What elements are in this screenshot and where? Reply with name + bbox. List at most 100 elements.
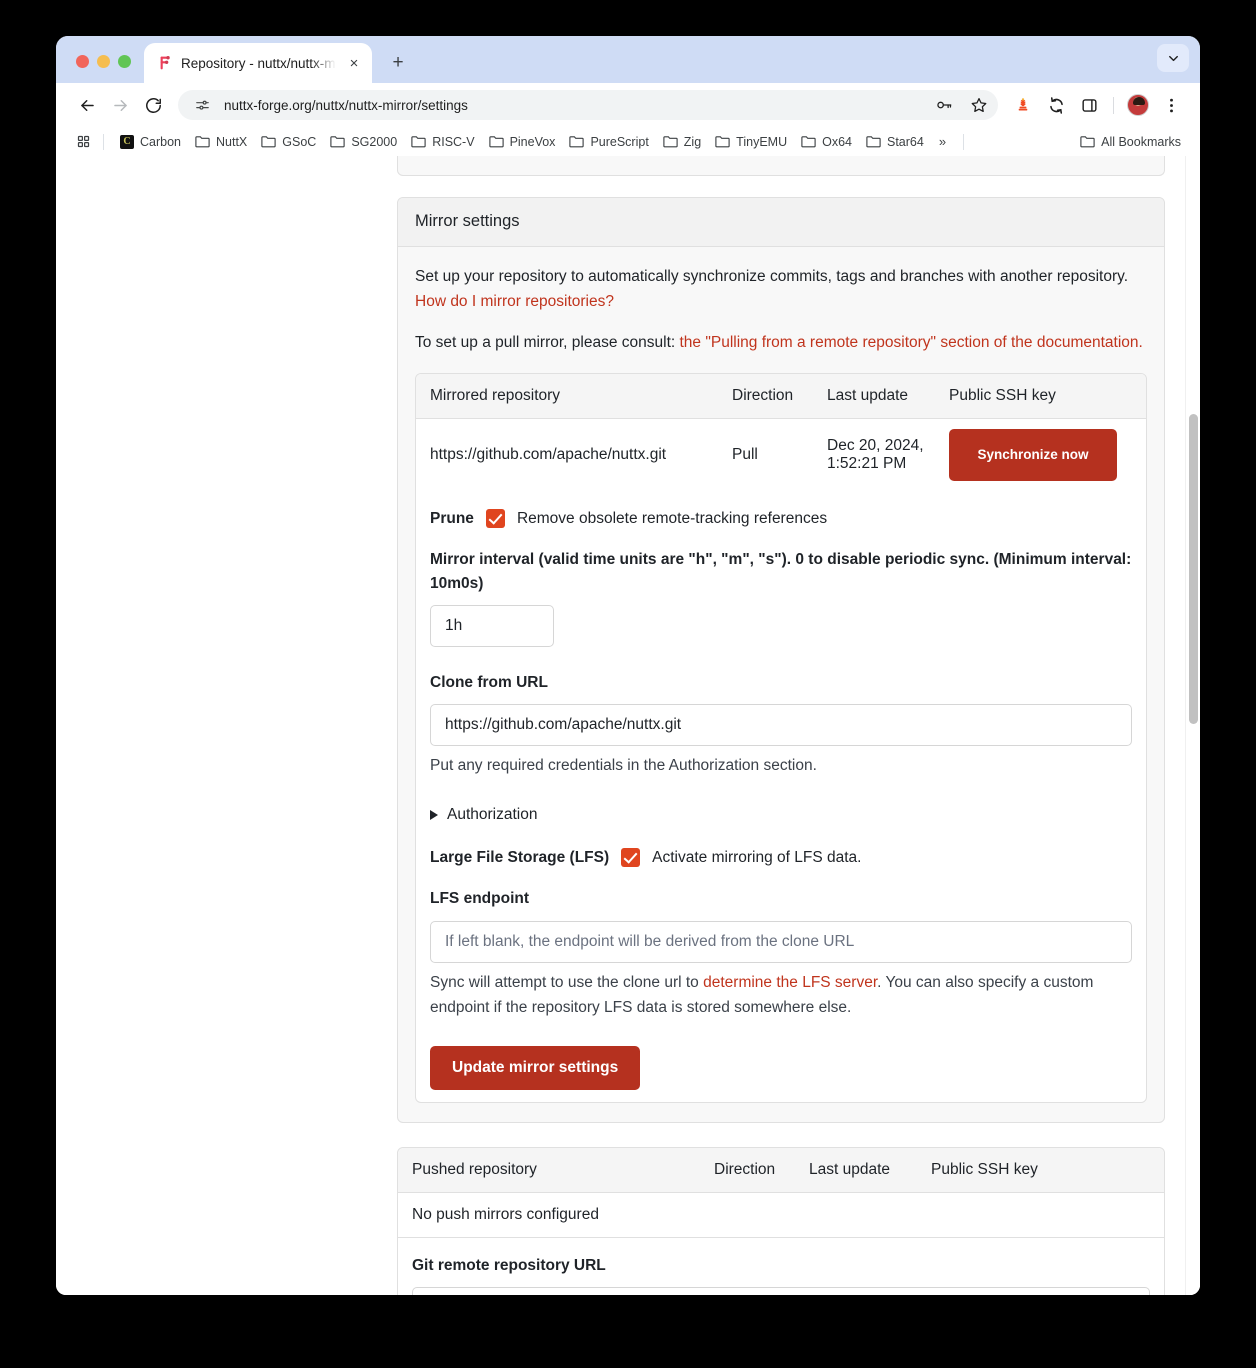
- previous-panel-clipped: [397, 156, 1165, 176]
- mirror-interval-input[interactable]: [430, 605, 554, 648]
- pull-mirror-text: To set up a pull mirror, please consult:: [415, 334, 680, 352]
- bookmark-item-nuttx[interactable]: NuttX: [188, 133, 254, 151]
- reload-icon[interactable]: [138, 90, 168, 120]
- avatar[interactable]: [1127, 94, 1149, 116]
- table-row: https://github.com/apache/nuttx.git Pull…: [416, 419, 1146, 492]
- folder-icon: [801, 135, 816, 148]
- bookmark-label: RISC-V: [432, 134, 475, 149]
- folder-icon: [330, 135, 345, 148]
- prune-label: Prune: [430, 509, 474, 527]
- how-do-i-mirror-link[interactable]: How do I mirror repositories?: [415, 293, 614, 310]
- star-icon[interactable]: [966, 92, 992, 118]
- mirror-form-section: Prune Remove obsolete remote-tracking re…: [416, 491, 1146, 1101]
- column-header-last-update: Last update: [827, 387, 909, 405]
- pull-mirror-paragraph: To set up a pull mirror, please consult:…: [415, 330, 1147, 355]
- address-bar[interactable]: nuttx-forge.org/nuttx/nuttx-mirror/setti…: [178, 90, 998, 120]
- all-bookmarks-button[interactable]: All Bookmarks: [1073, 133, 1188, 151]
- lfs-endpoint-input[interactable]: [430, 920, 1132, 963]
- table-header-row: Mirrored repository Direction Last updat…: [416, 374, 1146, 420]
- bookmark-label: Star64: [887, 134, 924, 149]
- pull-documentation-link[interactable]: the "Pulling from a remote repository" s…: [680, 334, 1143, 351]
- new-tab-button[interactable]: +: [384, 49, 412, 77]
- synchronize-now-button[interactable]: Synchronize now: [949, 429, 1117, 482]
- git-remote-url-input[interactable]: [412, 1286, 1150, 1295]
- three-dot-menu-icon[interactable]: [1156, 90, 1186, 120]
- intro-text: Set up your repository to automatically …: [415, 268, 1129, 285]
- page-scrollbar-thumb[interactable]: [1189, 414, 1198, 724]
- bookmark-item-gsoc[interactable]: GSoC: [254, 133, 323, 151]
- lfs-label: Large File Storage (LFS): [430, 848, 610, 866]
- bookmarks-divider: [103, 133, 104, 150]
- bookmark-label: Zig: [683, 134, 702, 149]
- bookmark-label: SG2000: [351, 134, 398, 149]
- extension-chess-icon[interactable]: [1008, 90, 1038, 120]
- folder-icon: [715, 135, 730, 148]
- close-window-button[interactable]: [76, 55, 89, 68]
- maximize-window-button[interactable]: [118, 55, 131, 68]
- clone-url-group: Clone from URL Put any required credenti…: [430, 671, 1132, 778]
- tab-close-icon[interactable]: ×: [344, 53, 364, 73]
- forward-arrow-icon[interactable]: [105, 90, 135, 120]
- sync-icon[interactable]: [1041, 90, 1071, 120]
- lfs-checkbox[interactable]: [621, 848, 641, 868]
- mirror-settings-panel: Mirror settings Set up your repository t…: [397, 197, 1165, 1123]
- site-settings-icon[interactable]: [189, 92, 215, 118]
- bookmark-label: PineVox: [509, 134, 556, 149]
- bookmark-label: Carbon: [140, 134, 181, 149]
- folder-icon: [195, 135, 210, 148]
- bookmark-item-zig[interactable]: Zig: [656, 133, 708, 151]
- page-title: Mirror settings: [398, 198, 1164, 247]
- bookmark-item-pinevox[interactable]: PineVox: [482, 133, 563, 151]
- address-bar-url: nuttx-forge.org/nuttx/nuttx-mirror/setti…: [224, 97, 468, 113]
- bookmark-item-purescript[interactable]: PureScript: [562, 133, 655, 151]
- prune-row: Prune Remove obsolete remote-tracking re…: [430, 509, 1132, 529]
- lfs-hint-part1: Sync will attempt to use the clone url t…: [430, 973, 704, 991]
- column-header-ssh-key: Public SSH key: [949, 387, 1056, 405]
- bookmark-label: GSoC: [282, 134, 317, 149]
- apps-grid-icon[interactable]: [72, 131, 94, 153]
- bookmark-item-ox64[interactable]: Ox64: [794, 133, 859, 151]
- bookmark-item-tinyemu[interactable]: TinyEMU: [708, 133, 794, 151]
- prune-checkbox[interactable]: [485, 509, 505, 529]
- bookmark-item-carbon[interactable]: C Carbon: [113, 133, 188, 151]
- column-header-direction: Direction: [732, 387, 794, 405]
- lfs-endpoint-hint: Sync will attempt to use the clone url t…: [430, 970, 1132, 1020]
- bookmark-item-risc-v[interactable]: RISC-V: [404, 133, 481, 151]
- cell-direction: Pull: [732, 446, 758, 464]
- browser-tab[interactable]: Repository - nuttx/nuttx-mirro ×: [144, 43, 372, 83]
- bookmark-label: Ox64: [822, 134, 852, 149]
- key-icon[interactable]: [931, 92, 957, 118]
- cell-last-update: Dec 20, 2024, 1:52:21 PM: [827, 437, 924, 473]
- page-scrollbar-track[interactable]: [1185, 156, 1200, 1295]
- update-mirror-settings-button[interactable]: Update mirror settings: [430, 1045, 641, 1090]
- window-traffic-lights: [56, 55, 131, 83]
- minimize-window-button[interactable]: [97, 55, 110, 68]
- authorization-disclosure[interactable]: Authorization: [430, 806, 1132, 824]
- bookmark-item-sg2000[interactable]: SG2000: [323, 133, 404, 151]
- column-header-push-direction: Direction: [714, 1160, 776, 1178]
- bookmarks-overflow-button[interactable]: »: [931, 132, 954, 151]
- back-arrow-icon[interactable]: [72, 90, 102, 120]
- bookmark-item-star64[interactable]: Star64: [859, 133, 931, 151]
- folder-icon: [488, 135, 504, 148]
- page-viewport: Mirror settings Set up your repository t…: [56, 156, 1200, 1295]
- bookmark-label: PureScript: [590, 134, 649, 149]
- cell-actions: Synchronize now: [949, 429, 1132, 482]
- chevron-down-icon[interactable]: [1157, 44, 1189, 72]
- clone-url-input[interactable]: [430, 704, 1132, 747]
- lfs-endpoint-label: LFS endpoint: [430, 890, 530, 908]
- column-header-push-ssh-key: Public SSH key: [931, 1160, 1038, 1178]
- push-mirrors-panel: Pushed repository Direction Last update …: [397, 1146, 1165, 1295]
- settings-content-column: Mirror settings Set up your repository t…: [397, 156, 1165, 1295]
- mirror-settings-intro: Set up your repository to automatically …: [415, 264, 1147, 355]
- push-empty-row: No push mirrors configured: [398, 1192, 1164, 1238]
- carbon-icon: C: [120, 134, 134, 149]
- column-header-push-last-update: Last update: [809, 1160, 891, 1178]
- mirror-settings-body: Set up your repository to automatically …: [398, 247, 1164, 1122]
- determine-lfs-server-link[interactable]: determine the LFS server: [703, 974, 877, 991]
- side-panel-icon[interactable]: [1074, 90, 1104, 120]
- tab-title: Repository - nuttx/nuttx-mirro: [181, 55, 336, 71]
- forgejo-favicon-icon: [156, 54, 173, 72]
- folder-icon: [411, 135, 426, 148]
